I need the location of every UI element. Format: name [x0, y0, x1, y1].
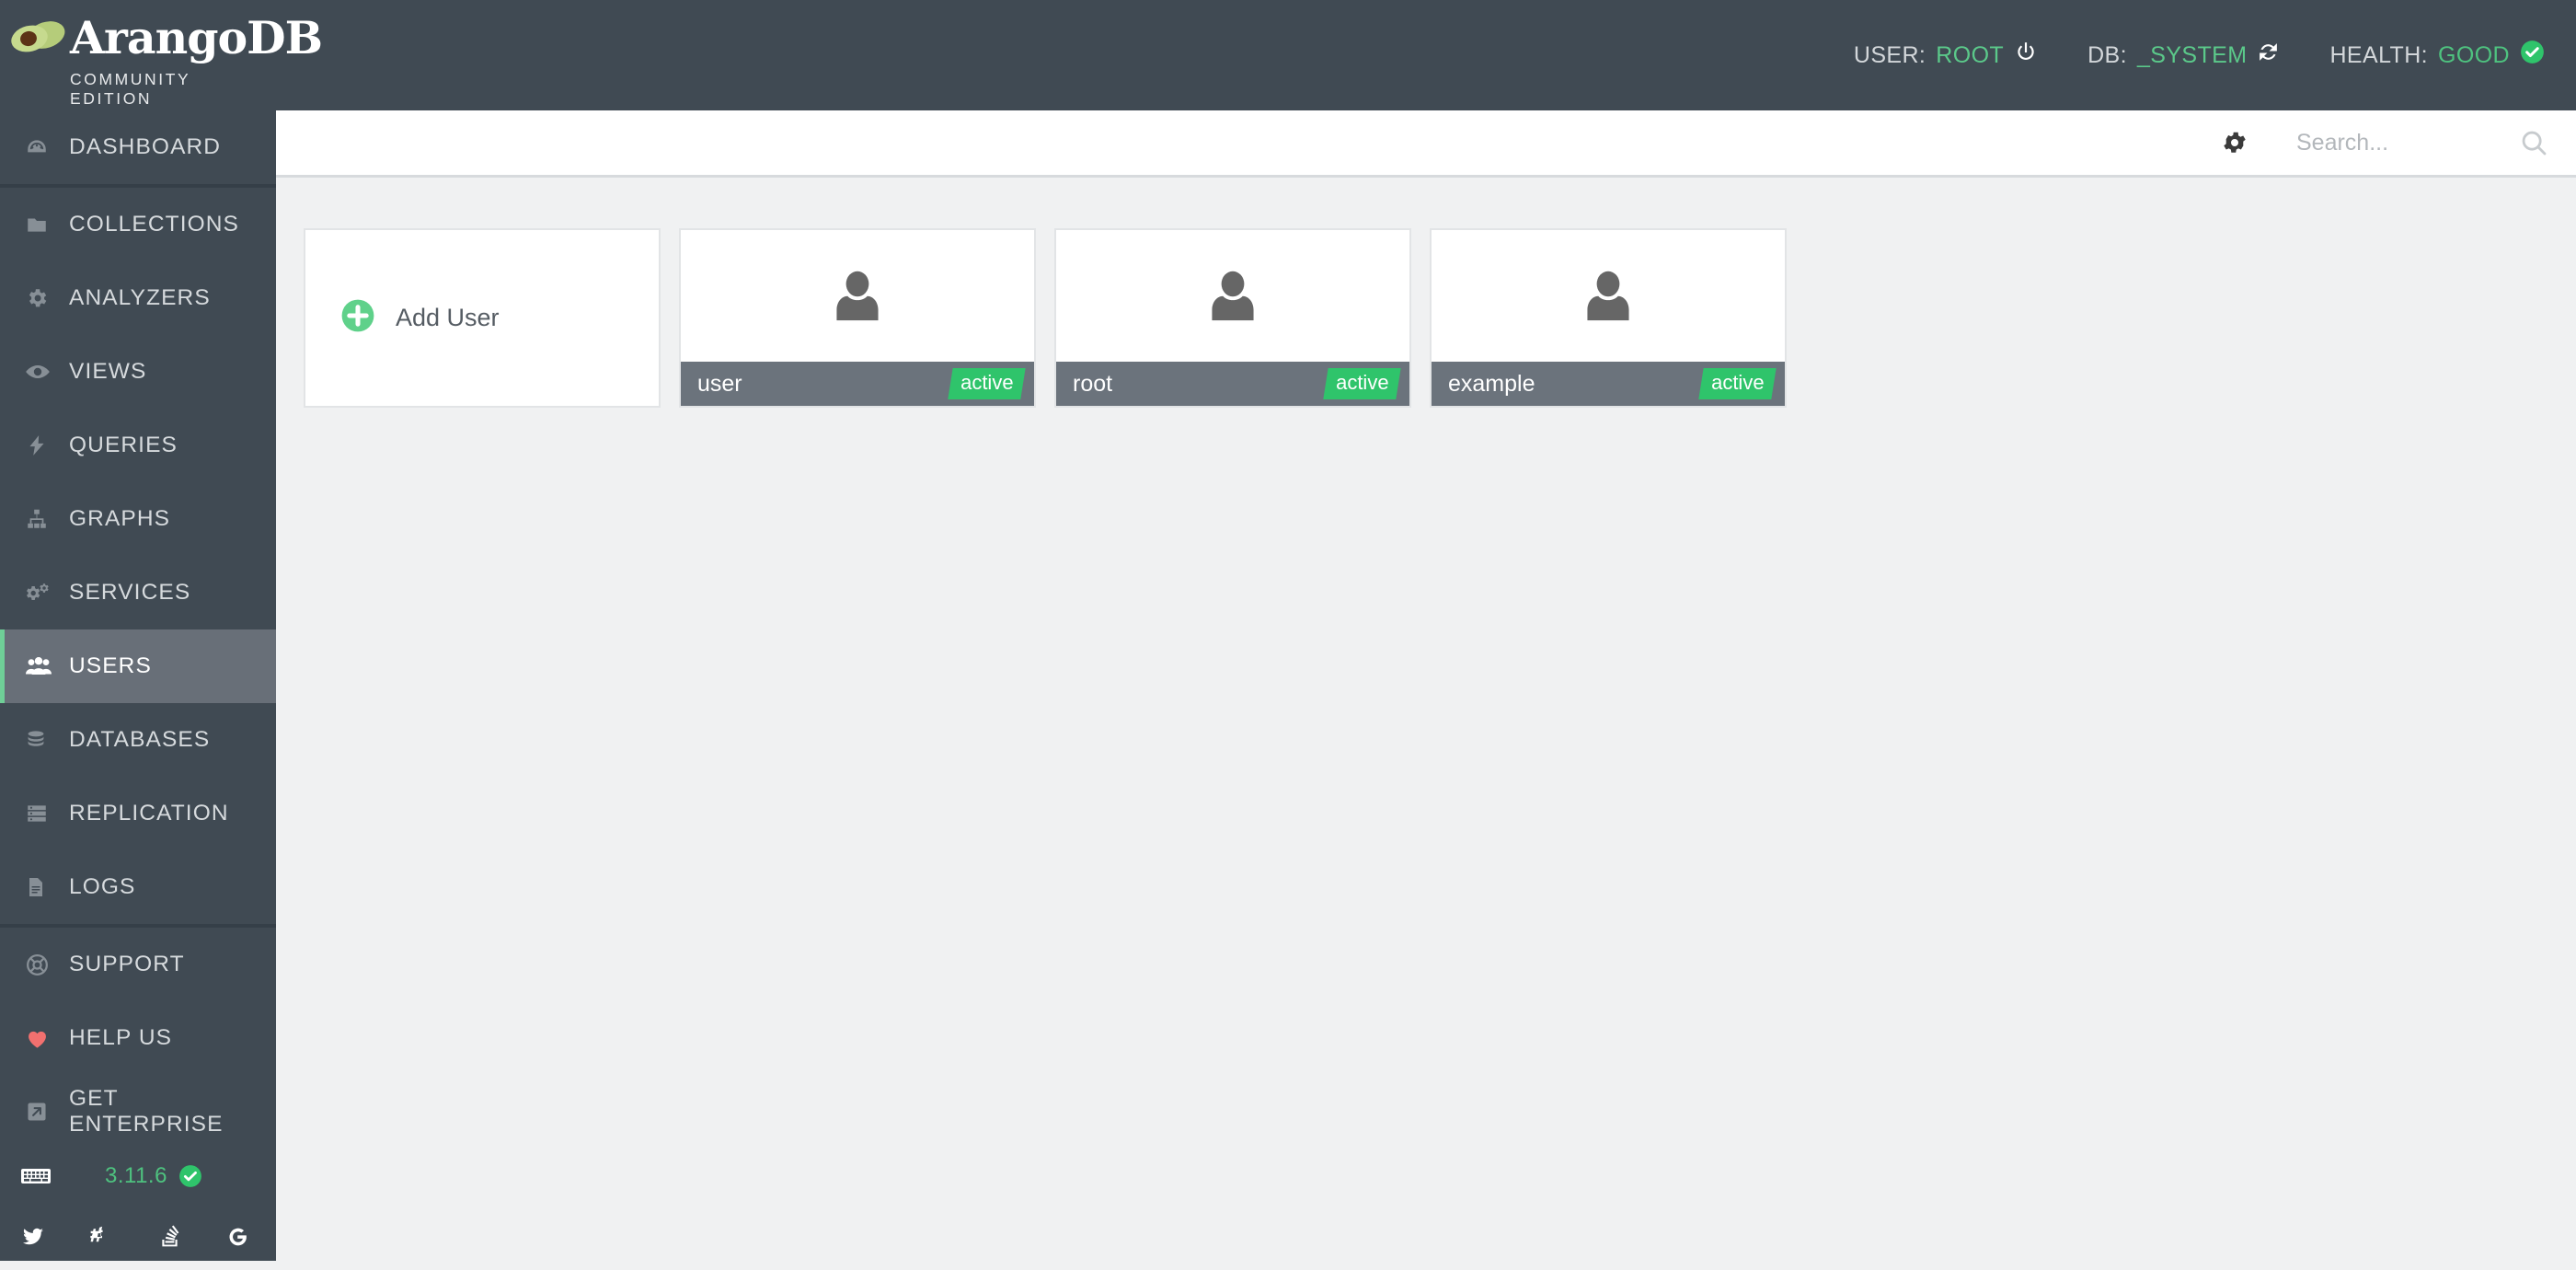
header-user-label: USER:: [1853, 41, 1926, 68]
search-icon[interactable]: [2508, 118, 2559, 167]
sidebar-item-get-enterprise[interactable]: GET ENTERPRISE: [0, 1075, 276, 1149]
twitter-icon[interactable]: [20, 1226, 46, 1248]
sidebar-item-label: ANALYZERS: [69, 285, 211, 310]
user-card[interactable]: example active: [1430, 228, 1787, 408]
header-health-status[interactable]: HEALTH: GOOD: [2329, 40, 2545, 71]
sidebar-item-users[interactable]: USERS: [0, 629, 276, 703]
user-card[interactable]: root active: [1054, 228, 1411, 408]
sidebar-item-label: SERVICES: [69, 580, 191, 605]
status-badge: active: [1322, 368, 1401, 399]
user-card-footer: root active: [1056, 362, 1409, 406]
bolt-icon: [25, 433, 63, 457]
sidebar-item-graphs[interactable]: GRAPHS: [0, 482, 276, 556]
header-health-value: GOOD: [2438, 41, 2510, 68]
header-user-value: ROOT: [1936, 41, 2005, 68]
sidebar-group-secondary: SUPPORT HELP US GET ENTERPRISE 3.11.6: [0, 928, 276, 1270]
google-icon[interactable]: [225, 1225, 249, 1249]
slack-icon[interactable]: [90, 1225, 114, 1249]
heart-icon: [25, 1026, 63, 1051]
sidebar-item-replication[interactable]: REPLICATION: [0, 777, 276, 850]
file-text-icon: [25, 875, 63, 899]
sidebar-item-databases[interactable]: DATABASES: [0, 703, 276, 777]
database-icon: [25, 728, 63, 752]
brand-logo-row: ArangoDB: [9, 11, 323, 64]
header-status-group: USER: ROOT DB: _SYSTEM HEALTH: GOOD: [1854, 0, 2545, 110]
sidebar-item-label: GRAPHS: [69, 506, 171, 531]
search-input[interactable]: [2296, 124, 2508, 161]
sidebar-item-label: VIEWS: [69, 359, 147, 384]
gauge-icon: [25, 135, 63, 159]
power-icon[interactable]: [2014, 40, 2038, 71]
main-content: Add User user active root: [276, 110, 2576, 1261]
sidebar-item-logs[interactable]: LOGS: [0, 850, 276, 924]
sidebar-item-label: DASHBOARD: [69, 134, 222, 159]
status-badge: active: [1697, 368, 1777, 399]
sidebar-item-help-us[interactable]: HELP US: [0, 1001, 276, 1075]
version-row: 3.11.6: [0, 1149, 276, 1204]
sidebar-item-support[interactable]: SUPPORT: [0, 928, 276, 1001]
check-circle-icon: [178, 1164, 202, 1188]
brand-name: ArangoDB: [70, 11, 323, 64]
search-field-wrapper: [2296, 118, 2508, 167]
plus-circle-icon: [340, 298, 375, 338]
brand-edition: COMMUNITY EDITION: [70, 70, 190, 108]
add-user-label: Add User: [396, 304, 500, 331]
sidebar-item-services[interactable]: SERVICES: [0, 556, 276, 629]
sidebar-item-label: REPLICATION: [69, 801, 229, 826]
sidebar-navigation: DASHBOARD COLLECTIONS ANALYZERS VIEWS QU…: [0, 110, 276, 1261]
external-link-icon: [25, 1100, 63, 1124]
sidebar-item-queries[interactable]: QUERIES: [0, 409, 276, 482]
gear-icon[interactable]: [2210, 118, 2260, 167]
sidebar-item-analyzers[interactable]: ANALYZERS: [0, 261, 276, 335]
server-icon: [25, 802, 63, 826]
sidebar-item-label: GET ENTERPRISE: [69, 1086, 224, 1137]
user-name: user: [697, 370, 742, 397]
sidebar-item-views[interactable]: VIEWS: [0, 335, 276, 409]
eye-icon: [25, 359, 63, 385]
lifebuoy-icon: [25, 952, 63, 977]
sidebar-group-main: COLLECTIONS ANALYZERS VIEWS QUERIES GRAP…: [0, 188, 276, 928]
brand-logo-area[interactable]: ArangoDB COMMUNITY EDITION: [0, 0, 323, 110]
social-links-row: [0, 1204, 276, 1270]
sidebar-item-label: HELP US: [69, 1025, 173, 1050]
sidebar-item-label: USERS: [69, 653, 152, 678]
header-health-label: HEALTH:: [2329, 41, 2428, 68]
sidebar-group-primary: DASHBOARD: [0, 110, 276, 188]
sidebar-item-label: LOGS: [69, 874, 136, 899]
sidebar-item-label: QUERIES: [69, 433, 178, 457]
user-avatar-icon: [1432, 230, 1785, 362]
sidebar-item-label: DATABASES: [69, 727, 211, 752]
header-user-status[interactable]: USER: ROOT: [1854, 40, 2038, 71]
user-avatar-icon: [681, 230, 1034, 362]
top-header-bar: ArangoDB COMMUNITY EDITION USER: ROOT DB…: [0, 0, 2576, 110]
user-card-footer: example active: [1432, 362, 1785, 406]
user-card[interactable]: user active: [679, 228, 1036, 408]
avocado-logo-icon: [11, 21, 65, 52]
refresh-icon[interactable]: [2257, 40, 2280, 70]
stackoverflow-icon[interactable]: [158, 1225, 181, 1249]
sidebar-item-collections[interactable]: COLLECTIONS: [0, 188, 276, 261]
user-avatar-icon: [1056, 230, 1409, 362]
content-toolbar: [276, 110, 2576, 178]
header-db-status[interactable]: DB: _SYSTEM: [2087, 40, 2280, 70]
users-icon: [25, 654, 63, 678]
cogs-icon: [25, 581, 63, 605]
check-circle-icon: [2520, 40, 2545, 71]
header-db-label: DB:: [2087, 41, 2127, 68]
sitemap-icon: [25, 507, 63, 531]
user-name: example: [1448, 370, 1535, 397]
header-db-value: _SYSTEM: [2136, 41, 2248, 68]
user-card-footer: user active: [681, 362, 1034, 406]
user-name: root: [1073, 370, 1113, 397]
sidebar-item-dashboard[interactable]: DASHBOARD: [0, 110, 276, 184]
sidebar-item-label: SUPPORT: [69, 952, 185, 976]
sidebar-item-label: COLLECTIONS: [69, 212, 239, 237]
gear-icon: [25, 286, 63, 310]
status-badge: active: [947, 368, 1026, 399]
keyboard-icon[interactable]: [20, 1165, 64, 1187]
add-user-card[interactable]: Add User: [304, 228, 661, 408]
folder-icon: [25, 213, 63, 237]
users-card-grid: Add User user active root active example…: [304, 228, 1787, 408]
version-number: 3.11.6: [105, 1163, 167, 1188]
